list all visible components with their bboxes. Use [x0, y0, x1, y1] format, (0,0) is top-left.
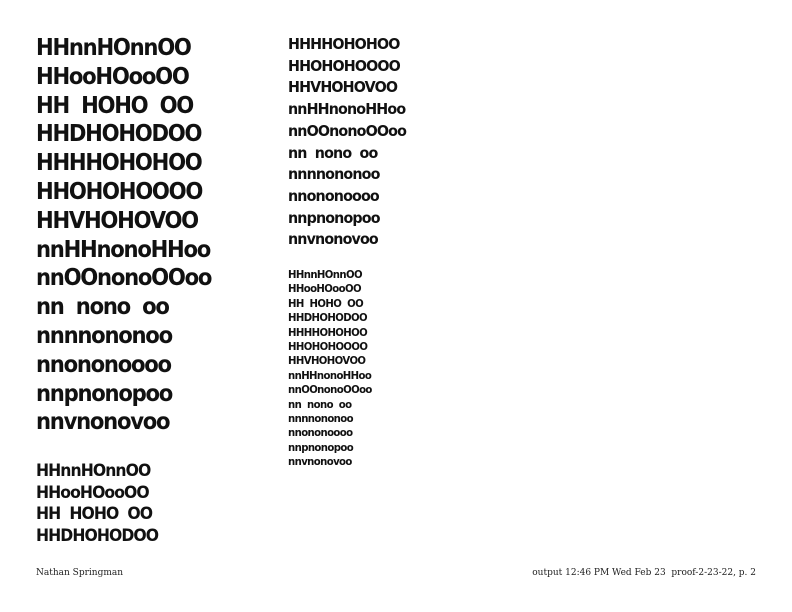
- specimen-line: nnOOnonoOOoo: [36, 265, 212, 292]
- specimen-line: HHDHOHODOO: [288, 311, 368, 325]
- specimen-line: HHnnHOnnOO: [36, 461, 151, 481]
- specimen-line: nnpnonopoo: [288, 440, 354, 454]
- specimen-line: nnHHnonoHHoo: [288, 100, 406, 119]
- specimen-line: HH HOHO OO: [36, 504, 153, 524]
- specimen-line: nnononoooo: [36, 351, 172, 378]
- specimen-line: nnHHnonoHHoo: [36, 236, 211, 263]
- specimen-line: nnHHnonoHHoo: [288, 368, 372, 382]
- specimen-line: HHHHOHOHOO: [288, 35, 400, 53]
- specimen-line: nn nono oo: [288, 143, 378, 162]
- specimen-line: HH HOHO OO: [288, 296, 364, 310]
- specimen-line: nnOOnonoOOoo: [288, 121, 407, 140]
- specimen-line: HHDHOHODOO: [36, 121, 202, 148]
- specimen-line: nnOOnonoOOoo: [288, 383, 372, 397]
- specimen-line: HHVHOHOVOO: [288, 354, 366, 368]
- specimen-line: nnononoooo: [288, 186, 380, 205]
- specimen-line: nnpnonopoo: [36, 380, 173, 407]
- footer-author: Nathan Springman: [36, 568, 124, 578]
- footer-proof-info: output 12:46 PM Wed Feb 23 proof-2-23-22…: [532, 568, 756, 578]
- specimen-line: HHOHOHOOOO: [36, 178, 203, 205]
- specimen-line: HHooHOooOO: [36, 63, 190, 90]
- specimen-line: HHVHOHOVOO: [288, 78, 398, 97]
- specimen-line: HHnnHOnnOO: [36, 35, 192, 61]
- specimen-block-small: HHnnHOnnOO HHooHOooOO HH HOHO OO HHDHOHO…: [288, 268, 379, 470]
- specimen-line: nnnnononoo: [288, 412, 354, 426]
- specimen-line: HHOHOHOOOO: [288, 56, 401, 75]
- specimen-line: HHOHOHOOOO: [288, 340, 368, 354]
- specimen-line: HHnnHOnnOO: [288, 268, 363, 281]
- specimen-line: nnnnononoo: [36, 322, 173, 349]
- specimen-line: nnpnonopoo: [288, 208, 381, 227]
- specimen-line: nn nono oo: [36, 294, 170, 321]
- specimen-line: HHHHOHOHOO: [36, 150, 203, 177]
- specimen-line: nnvnonovoo: [288, 455, 352, 469]
- specimen-line: HHooHOooOO: [288, 282, 362, 296]
- specimen-line: HHooHOooOO: [36, 482, 150, 503]
- specimen-line: HHHHOHOHOO: [288, 325, 368, 339]
- specimen-block-large: HHnnHOnnOO HHooHOooOO HH HOHO OO HHDHOHO…: [36, 34, 226, 437]
- specimen-line: HH HOHO OO: [36, 92, 194, 119]
- specimen-line: nn nono oo: [288, 397, 352, 411]
- specimen-block-medium-left: HHnnHOnnOO HHooHOooOO HH HOHO OO HHDHOHO…: [36, 461, 169, 547]
- specimen-block-medium-right: HHHHOHOHOO HHOHOHOOOO HHVHOHOVOO nnHHnon…: [288, 34, 416, 251]
- specimen-line: nnvnonovoo: [288, 230, 379, 249]
- specimen-line: nnnnononoo: [288, 165, 380, 184]
- specimen-line: HHDHOHODOO: [36, 525, 159, 546]
- specimen-line: nnononoooo: [288, 426, 353, 440]
- specimen-line: HHVHOHOVOO: [36, 207, 199, 234]
- specimen-line: nnvnonovoo: [36, 409, 171, 436]
